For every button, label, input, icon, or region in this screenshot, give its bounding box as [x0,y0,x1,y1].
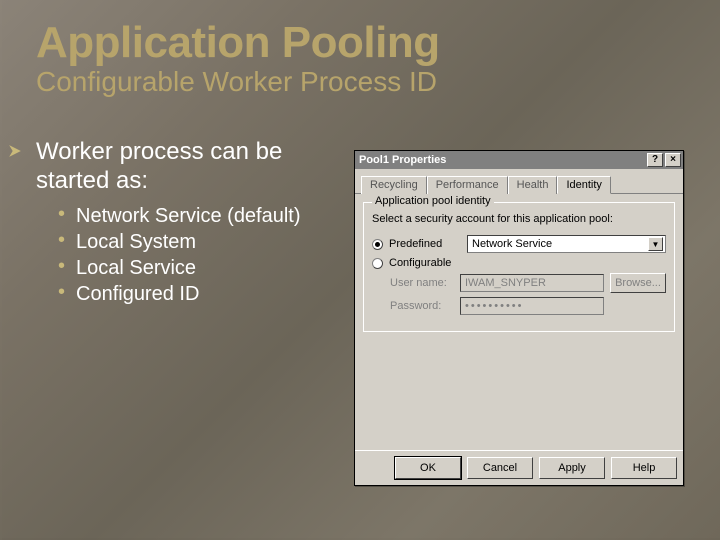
lead-text-content: Worker process can be started as: [36,138,282,194]
tab-health[interactable]: Health [508,176,558,194]
password-field: •••••••••• [460,297,604,315]
arrow-icon [8,144,22,158]
username-field: IWAM_SNYPER [460,274,604,292]
slide-subtitle: Configurable Worker Process ID [36,66,684,98]
configurable-row: Configurable [372,257,666,269]
group-hint: Select a security account for this appli… [372,213,666,225]
predefined-combo[interactable]: Network Service ▼ [467,235,666,253]
tab-strip: Recycling Performance Health Identity [355,169,683,194]
help-icon[interactable]: ? [647,153,663,167]
password-label: Password: [390,300,460,312]
radio-configurable-label[interactable]: Configurable [389,257,459,269]
predefined-row: Predefined Network Service ▼ [372,235,666,253]
dialog-titlebar[interactable]: Pool1 Properties ? × [355,151,683,169]
tab-performance[interactable]: Performance [427,176,508,194]
dialog-button-bar: OK Cancel Apply Help [355,450,683,485]
list-item: Local Service [58,256,336,280]
lead-text: Worker process can be started as: [36,138,336,196]
list-item: Local System [58,230,336,254]
bullet-list: Network Service (default) Local System L… [36,204,336,306]
properties-dialog: Pool1 Properties ? × Recycling Performan… [354,150,684,486]
list-item: Configured ID [58,282,336,306]
list-item: Network Service (default) [58,204,336,228]
tab-identity[interactable]: Identity [557,176,610,194]
radio-predefined-label[interactable]: Predefined [389,238,459,250]
dialog-title: Pool1 Properties [359,154,645,166]
help-button[interactable]: Help [611,457,677,479]
close-icon[interactable]: × [665,153,681,167]
radio-configurable[interactable] [372,258,383,269]
ok-button[interactable]: OK [395,457,461,479]
tab-recycling[interactable]: Recycling [361,176,427,194]
chevron-down-icon[interactable]: ▼ [648,237,663,251]
slide-title: Application Pooling [36,18,684,68]
cancel-button[interactable]: Cancel [467,457,533,479]
radio-predefined[interactable] [372,239,383,250]
browse-button: Browse... [610,273,666,293]
apply-button[interactable]: Apply [539,457,605,479]
username-label: User name: [390,277,460,289]
predefined-combo-value: Network Service [472,238,648,250]
identity-group: Select a security account for this appli… [363,202,675,332]
